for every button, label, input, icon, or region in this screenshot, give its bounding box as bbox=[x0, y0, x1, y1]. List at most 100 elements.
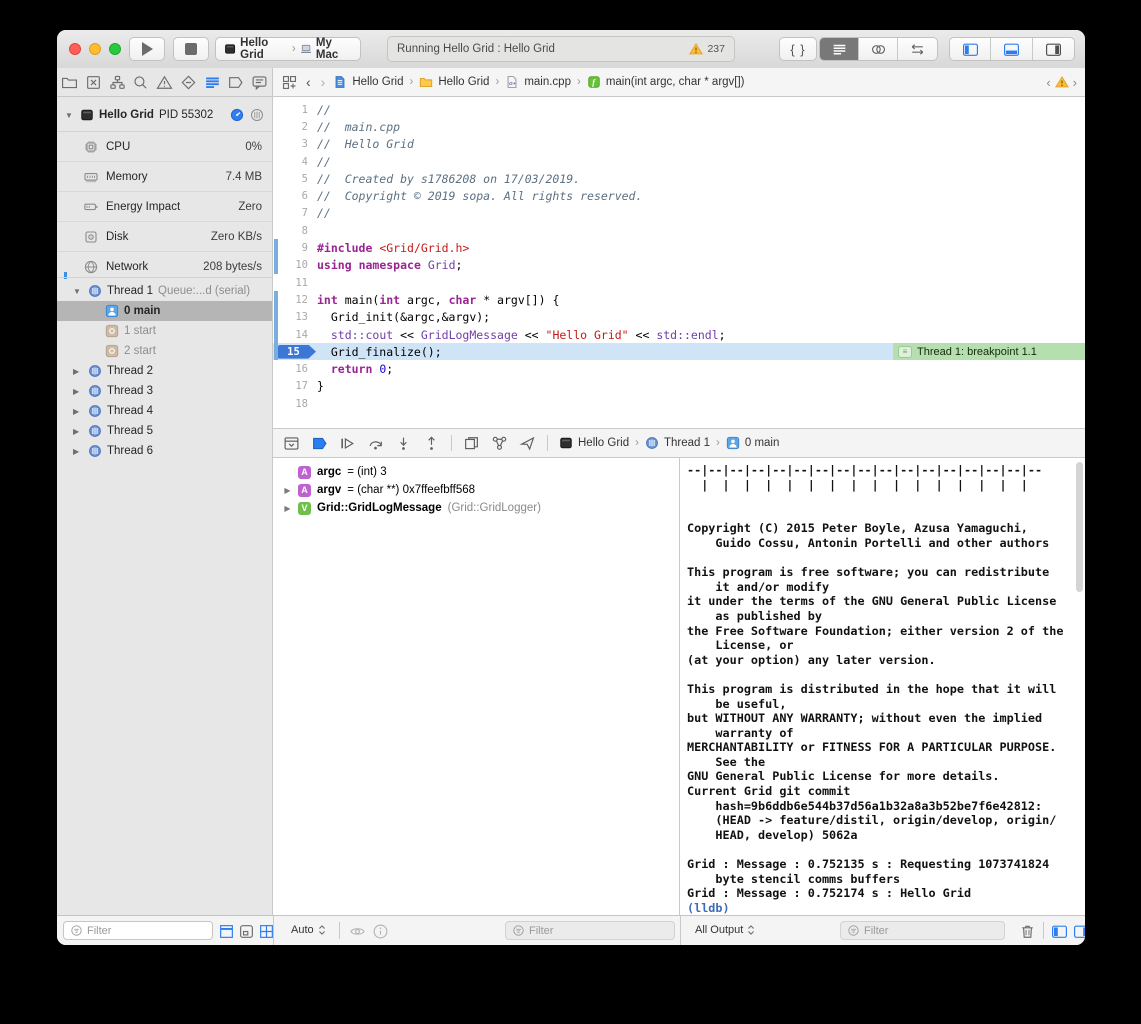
breakpoints-enabled-icon[interactable] bbox=[311, 435, 328, 452]
scheme-selector[interactable]: Hello Grid › My Mac bbox=[215, 37, 361, 61]
thread-row[interactable]: ▶Thread 4 bbox=[57, 401, 272, 421]
line-number-gutter[interactable]: 12 bbox=[273, 291, 317, 308]
debug-navigator-icon[interactable] bbox=[204, 74, 221, 91]
breadcrumb-item[interactable]: Hello Grid bbox=[419, 75, 489, 89]
code-line-2[interactable]: 2// main.cpp bbox=[273, 118, 1085, 135]
toggle-navigator-button[interactable] bbox=[950, 38, 991, 60]
code-line-15[interactable]: 15 Grid_finalize();≡Thread 1: breakpoint… bbox=[273, 343, 1085, 360]
disclosure-triangle[interactable]: ▶ bbox=[73, 387, 83, 396]
console-view[interactable]: --|--|--|--|--|--|--|--|--|--|--|--|--|-… bbox=[680, 458, 1085, 915]
issue-warning-icon[interactable] bbox=[1055, 75, 1069, 89]
issue-navigator-icon[interactable] bbox=[156, 74, 173, 91]
code-line-17[interactable]: 17} bbox=[273, 378, 1085, 395]
stack-frame-row[interactable]: 2 start bbox=[57, 341, 272, 361]
variables-scope-popup[interactable]: Auto bbox=[291, 924, 327, 936]
code-line-18[interactable]: 18 bbox=[273, 395, 1085, 412]
breakpoint-navigator-icon[interactable] bbox=[227, 74, 244, 91]
line-number-gutter[interactable]: 10 bbox=[273, 257, 317, 274]
line-number-gutter[interactable]: 15 bbox=[273, 343, 317, 360]
line-number-gutter[interactable]: 6 bbox=[273, 187, 317, 204]
disclosure-triangle[interactable]: ▶ bbox=[283, 486, 292, 495]
continue-execution-icon[interactable] bbox=[339, 435, 356, 452]
debug-view-hierarchy-icon[interactable] bbox=[463, 435, 480, 452]
breadcrumb-item[interactable]: Hello Grid bbox=[559, 436, 629, 450]
report-navigator-icon[interactable] bbox=[251, 74, 268, 91]
console-filter-field[interactable]: Filter bbox=[840, 921, 1005, 940]
project-navigator-icon[interactable] bbox=[61, 74, 78, 91]
stop-button[interactable] bbox=[173, 37, 209, 61]
line-number-gutter[interactable]: 14 bbox=[273, 326, 317, 343]
stack-frame-row[interactable]: 0 main bbox=[57, 301, 272, 321]
variable-row[interactable]: Aargc= (int) 3 bbox=[273, 463, 679, 481]
symbol-navigator-icon[interactable] bbox=[109, 74, 126, 91]
disclosure-triangle[interactable]: ▶ bbox=[73, 447, 83, 456]
toggle-variables-view-icon[interactable] bbox=[1051, 923, 1068, 940]
variable-row[interactable]: ▶Aargv= (char **) 0x7ffeefbff568 bbox=[273, 481, 679, 499]
source-editor[interactable]: 1//2// main.cpp3// Hello Grid4//5// Crea… bbox=[273, 97, 1085, 428]
code-line-9[interactable]: 9#include <Grid/Grid.h> bbox=[273, 239, 1085, 256]
memory-graph-icon[interactable] bbox=[491, 435, 508, 452]
code-line-10[interactable]: 10using namespace Grid; bbox=[273, 257, 1085, 274]
toggle-console-view-icon[interactable] bbox=[1073, 923, 1085, 940]
standard-editor-button[interactable] bbox=[820, 38, 859, 60]
line-number-gutter[interactable]: 9 bbox=[273, 239, 317, 256]
variables-view[interactable]: Aargc= (int) 3▶Aargv= (char **) 0x7ffeef… bbox=[273, 458, 680, 915]
pause-process-icon[interactable] bbox=[250, 108, 264, 122]
line-number-gutter[interactable]: 18 bbox=[273, 395, 317, 412]
line-number-gutter[interactable]: 8 bbox=[273, 222, 317, 239]
line-number-gutter[interactable]: 4 bbox=[273, 153, 317, 170]
code-line-4[interactable]: 4// bbox=[273, 153, 1085, 170]
line-number-gutter[interactable]: 7 bbox=[273, 205, 317, 222]
gauge-row-cpu[interactable]: CPU0% bbox=[57, 131, 272, 161]
simulate-location-icon[interactable] bbox=[519, 435, 536, 452]
line-number-gutter[interactable]: 11 bbox=[273, 274, 317, 291]
toggle-debug-area-button[interactable] bbox=[991, 38, 1032, 60]
breadcrumb-item[interactable]: 0 main bbox=[726, 436, 780, 450]
toggle-inspector-button[interactable] bbox=[1033, 38, 1074, 60]
breadcrumb-item[interactable]: Thread 1 bbox=[645, 436, 710, 450]
code-line-14[interactable]: 14 std::cout << GridLogMessage << "Hello… bbox=[273, 326, 1085, 343]
run-button[interactable] bbox=[129, 37, 165, 61]
breadcrumb-item[interactable]: fmain(int argc, char * argv[]) bbox=[587, 75, 745, 89]
test-navigator-icon[interactable] bbox=[180, 74, 197, 91]
line-number-gutter[interactable]: 5 bbox=[273, 170, 317, 187]
breakpoint-badge[interactable]: 15 bbox=[278, 345, 316, 359]
line-number-gutter[interactable]: 16 bbox=[273, 360, 317, 377]
step-into-icon[interactable] bbox=[395, 435, 412, 452]
quicklook-icon[interactable] bbox=[349, 923, 366, 940]
console-scrollbar[interactable] bbox=[1076, 462, 1083, 592]
minimize-window-button[interactable] bbox=[89, 43, 101, 55]
hide-debug-area-icon[interactable] bbox=[283, 435, 300, 452]
disclosure-triangle[interactable]: ▶ bbox=[73, 427, 83, 436]
disclosure-triangle[interactable]: ▼ bbox=[73, 287, 83, 296]
disclosure-triangle[interactable]: ▼ bbox=[65, 111, 75, 120]
breadcrumb-item[interactable]: Hello Grid bbox=[333, 75, 403, 89]
variables-filter-field[interactable]: Filter bbox=[505, 921, 675, 940]
line-number-gutter[interactable]: 17 bbox=[273, 378, 317, 395]
version-editor-button[interactable] bbox=[898, 38, 937, 60]
disclosure-triangle[interactable]: ▶ bbox=[73, 407, 83, 416]
thread-row[interactable]: ▶Thread 3 bbox=[57, 381, 272, 401]
code-line-11[interactable]: 11 bbox=[273, 274, 1085, 291]
line-number-gutter[interactable]: 3 bbox=[273, 136, 317, 153]
process-row[interactable]: ▼ Hello Grid PID 55302 bbox=[57, 103, 272, 127]
info-icon[interactable] bbox=[372, 923, 389, 940]
code-line-8[interactable]: 8 bbox=[273, 222, 1085, 239]
code-line-5[interactable]: 5// Created by s1786208 on 17/03/2019. bbox=[273, 170, 1085, 187]
line-number-gutter[interactable]: 2 bbox=[273, 118, 317, 135]
view-mode-stack-icon[interactable] bbox=[238, 923, 255, 940]
assistant-editor-button[interactable] bbox=[859, 38, 898, 60]
find-navigator-icon[interactable] bbox=[132, 74, 149, 91]
warning-badge[interactable]: 237 bbox=[689, 42, 725, 56]
code-line-13[interactable]: 13 Grid_init(&argc,&argv); bbox=[273, 309, 1085, 326]
step-over-icon[interactable] bbox=[367, 435, 384, 452]
line-number-gutter[interactable]: 13 bbox=[273, 309, 317, 326]
code-line-3[interactable]: 3// Hello Grid bbox=[273, 136, 1085, 153]
variable-row[interactable]: ▶VGrid::GridLogMessage(Grid::GridLogger) bbox=[273, 499, 679, 517]
profile-gauge-icon[interactable] bbox=[230, 108, 244, 122]
breadcrumb-item[interactable]: G+main.cpp bbox=[505, 75, 571, 89]
breakpoint-annotation[interactable]: ≡Thread 1: breakpoint 1.1 bbox=[893, 343, 1085, 360]
library-button[interactable]: { } bbox=[779, 37, 817, 61]
thread-row[interactable]: ▼Thread 1Queue:...d (serial) bbox=[57, 281, 272, 301]
go-forward-button[interactable]: › bbox=[319, 74, 328, 90]
